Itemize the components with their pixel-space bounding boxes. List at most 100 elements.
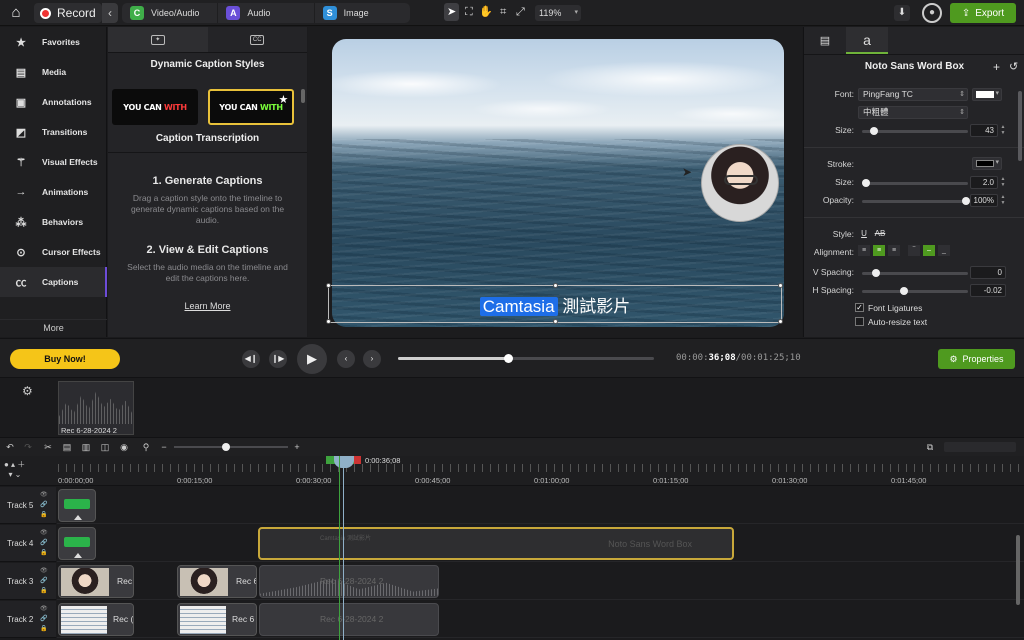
vspacing-input[interactable]: 0	[970, 266, 1006, 279]
tab-dynamic-captions[interactable]: ✦	[108, 27, 208, 52]
screen-recording-clip[interactable]: Rec 6	[177, 603, 257, 636]
timeline-ruler[interactable]: ● ▴ ＋ ▾ ⌄ 0:00:00;00 0:00:15;00 0:00:30;…	[0, 456, 1024, 486]
user-avatar-icon[interactable]: ●	[922, 3, 942, 23]
undo-icon[interactable]: ↶	[4, 441, 16, 453]
underline-button[interactable]: U	[858, 228, 870, 239]
font-weight-select[interactable]: 中粗體 ⇕	[858, 106, 968, 119]
align-left-icon[interactable]: ≡	[858, 245, 870, 256]
bin-media-item[interactable]: Rec 6-28-2024 2	[58, 381, 134, 435]
track-visibility-icons[interactable]: 👁 🔗 🔒	[40, 604, 48, 634]
tab-text-properties[interactable]: a	[846, 27, 888, 54]
tab-visual-properties[interactable]: ▤	[804, 27, 846, 54]
slider-knob[interactable]	[862, 179, 870, 187]
webcam-bubble[interactable]	[701, 144, 779, 222]
caption-style-thumb-red[interactable]: YOU CAN WITH	[112, 89, 198, 125]
properties-button[interactable]: ⚙ Properties	[938, 349, 1015, 369]
sidebar-item-transitions[interactable]: ◩ Transitions	[0, 117, 107, 147]
zoom-select[interactable]: 119% ▾	[535, 5, 581, 21]
sidebar-item-behaviors[interactable]: ⁂ Behaviors	[0, 207, 107, 237]
slider-knob[interactable]	[900, 287, 908, 295]
tab-image[interactable]: S Image	[315, 3, 410, 23]
home-icon[interactable]: ⌂	[8, 5, 24, 21]
detach-timeline-icon[interactable]: ⧉	[924, 441, 936, 453]
valign-top-icon[interactable]: ‾	[908, 245, 920, 256]
step-forward-icon[interactable]: ❙▶	[269, 350, 287, 368]
auto-resize-checkbox[interactable]	[855, 317, 864, 326]
crop-icon[interactable]: ⌗	[496, 3, 511, 21]
slider-knob[interactable]	[962, 197, 970, 205]
word-box-caption-clip[interactable]: Camtasia 測試影片 Noto Sans Word Box	[258, 527, 734, 560]
screen-recording-clip[interactable]: Rec 6-28-2024 2	[259, 603, 439, 636]
font-ligatures-checkbox[interactable]: ✓	[855, 303, 864, 312]
webcam-video-clip[interactable]: Rec 6	[177, 565, 257, 598]
track-header[interactable]: Track 2 👁 🔗 🔒	[0, 601, 56, 638]
font-select[interactable]: PingFang TC ⇕	[858, 88, 968, 101]
preview-canvas[interactable]: Camtasia 測試影片 ➤	[308, 27, 802, 337]
cut-icon[interactable]: ✂	[42, 441, 54, 453]
timeline-scrollbar[interactable]	[1016, 535, 1020, 605]
align-right-icon[interactable]: ≡	[888, 245, 900, 256]
valign-bottom-icon[interactable]: _	[938, 245, 950, 256]
reset-icon[interactable]: ↺	[1009, 60, 1018, 73]
caption-style-clip[interactable]	[58, 527, 96, 560]
playhead-line[interactable]	[343, 456, 344, 640]
screen-recording-clip[interactable]: Rec (	[58, 603, 134, 636]
sidebar-item-annotations[interactable]: ▣ Annotations	[0, 87, 107, 117]
sidebar-more-button[interactable]: More	[0, 319, 107, 337]
split-icon[interactable]: ◫	[99, 441, 111, 453]
fit-icon[interactable]: ⤢	[513, 3, 528, 21]
redo-icon[interactable]: ↷	[22, 441, 34, 453]
size-input[interactable]: 43	[970, 124, 998, 137]
strikethrough-button[interactable]: AB	[874, 228, 886, 239]
hspacing-input[interactable]: -0.02	[970, 284, 1006, 297]
play-icon[interactable]: ▶	[297, 344, 327, 374]
resize-handle[interactable]	[553, 283, 558, 288]
stroke-color-swatch[interactable]: ▾	[972, 157, 1002, 170]
pan-hand-icon[interactable]: ✋	[478, 3, 493, 21]
track-visibility-icons[interactable]: 👁 🔗 🔒	[40, 566, 48, 596]
sidebar-item-cursor-effects[interactable]: ⊙ Cursor Effects	[0, 237, 107, 267]
learn-more-link[interactable]: Learn More	[108, 301, 307, 311]
size-slider[interactable]	[862, 127, 968, 135]
track-header[interactable]: Track 4 👁 🔗 🔒	[0, 525, 56, 562]
copy-icon[interactable]: ▤	[61, 441, 73, 453]
opacity-stepper[interactable]: ▲ ▼	[1000, 194, 1006, 207]
slider-knob[interactable]	[872, 269, 880, 277]
track-height-control[interactable]: ● ▴ ＋ ▾ ⌄	[4, 460, 25, 480]
export-button[interactable]: ⇪ Export	[950, 3, 1016, 23]
sidebar-item-favorites[interactable]: ★ Favorites	[0, 27, 107, 57]
vspacing-slider[interactable]	[862, 269, 968, 277]
size-stepper[interactable]: ▲ ▼	[1000, 124, 1006, 137]
slider-knob[interactable]	[870, 127, 878, 135]
resize-handle[interactable]	[326, 319, 331, 324]
track-header[interactable]: Track 3 👁 🔗 🔒	[0, 563, 56, 600]
webcam-video-clip[interactable]: Rec	[58, 565, 134, 598]
select-tool-icon[interactable]: ➤	[444, 3, 460, 21]
gear-icon[interactable]: ⚙	[22, 384, 33, 398]
timeline-search-field[interactable]	[944, 442, 1016, 452]
scrubber-knob[interactable]	[504, 354, 514, 363]
buy-now-button[interactable]: Buy Now!	[10, 349, 120, 369]
track-visibility-icons[interactable]: 👁 🔗 🔒	[40, 528, 48, 558]
search-icon[interactable]: ⚲	[140, 441, 152, 453]
properties-scrollbar[interactable]	[1018, 91, 1022, 161]
playhead-handle[interactable]	[334, 456, 354, 468]
track-lane[interactable]: Rec ( Rec 6 Rec 6-28-2024 2	[57, 601, 1024, 638]
zoom-in-icon[interactable]: +	[291, 441, 303, 453]
slider-knob[interactable]	[222, 443, 230, 451]
library-scrollbar[interactable]	[301, 89, 305, 103]
paste-icon[interactable]: ▥	[80, 441, 92, 453]
stroke-size-stepper[interactable]: ▲ ▼	[1000, 176, 1006, 189]
track-visibility-icons[interactable]: 👁 🔗 🔒	[40, 490, 48, 520]
collapse-panel-button[interactable]: ‹	[102, 3, 118, 23]
opacity-input[interactable]: 100%	[970, 194, 998, 207]
next-icon[interactable]: ›	[363, 350, 381, 368]
sidebar-item-animations[interactable]: → Animations	[0, 177, 107, 207]
favorite-star-icon[interactable]: ★	[278, 93, 288, 106]
record-button[interactable]: Record	[34, 3, 102, 23]
track-lane[interactable]: Rec Rec 6 Rec 6-28-2024 2	[57, 563, 1024, 600]
tab-cc-captions[interactable]: CC	[208, 27, 308, 52]
resize-handle[interactable]	[326, 283, 331, 288]
hspacing-slider[interactable]	[862, 287, 968, 295]
caption-style-clip[interactable]	[58, 489, 96, 522]
